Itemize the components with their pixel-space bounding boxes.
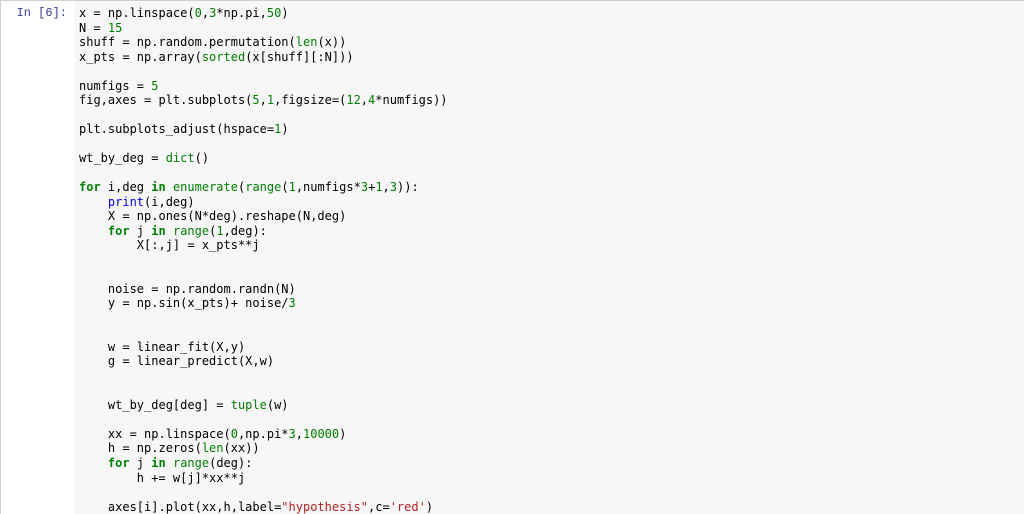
notebook: In [6]: x = np.linspace(0,3*np.pi,50) N … xyxy=(0,0,1024,514)
code-input[interactable]: x = np.linspace(0,3*np.pi,50) N = 15 shu… xyxy=(75,1,1024,514)
cell-prompt: In [6]: xyxy=(1,1,75,514)
source-code[interactable]: x = np.linspace(0,3*np.pi,50) N = 15 shu… xyxy=(79,6,1018,514)
code-cell[interactable]: In [6]: x = np.linspace(0,3*np.pi,50) N … xyxy=(0,0,1024,514)
